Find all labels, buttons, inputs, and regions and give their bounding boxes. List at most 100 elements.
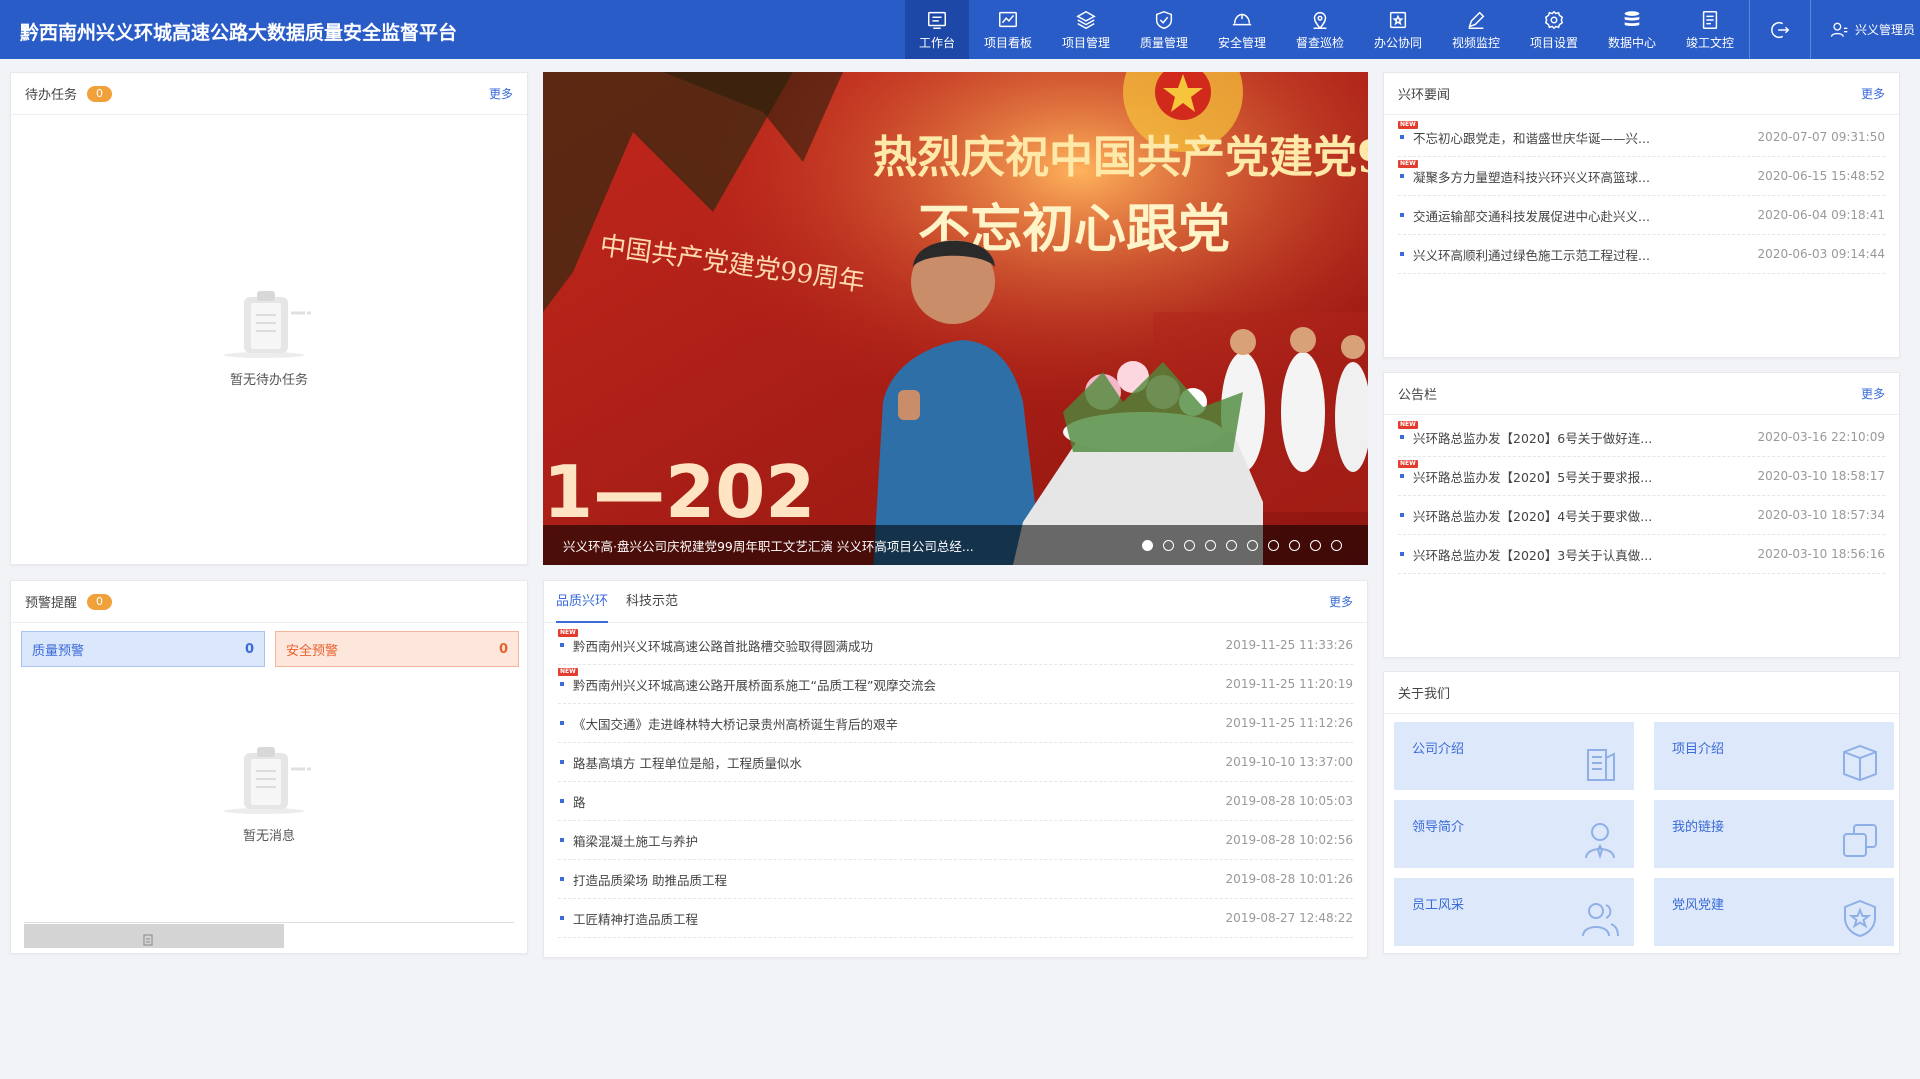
carousel-dot[interactable]	[1268, 540, 1279, 551]
bullet-icon	[1400, 474, 1404, 478]
nav-label: 项目看板	[983, 35, 1032, 50]
carousel-dot[interactable]	[1310, 540, 1321, 551]
list-item[interactable]: 打造品质梁场 助推品质工程 2019-08-28 10:01:26	[558, 860, 1353, 899]
list-item[interactable]: 工匠精神打造品质工程 2019-08-27 12:48:22	[558, 899, 1353, 938]
helmet-icon	[1232, 13, 1252, 25]
box-icon	[1843, 744, 1877, 782]
new-badge: NEW	[558, 629, 578, 637]
nav-label: 办公协同	[1373, 35, 1422, 50]
todo-count-badge: 0	[87, 85, 113, 102]
list-item[interactable]: NEW 黔西南州兴义环城高速公路首批路槽交验取得圆满成功 2019-11-25 11…	[558, 626, 1353, 665]
about-tile-project[interactable]: 项目介绍	[1654, 722, 1894, 790]
edit-icon	[1468, 11, 1485, 29]
badge-star-icon	[1844, 899, 1876, 938]
list-item[interactable]: NEW 不忘初心跟党走，和谐盛世庆华诞——兴... 2020-07-07 09:31…	[1398, 118, 1885, 157]
item-time: 2020-03-16 22:10:09	[1757, 430, 1885, 444]
horizontal-scrollbar[interactable]	[24, 924, 284, 948]
quality-warning-box[interactable]: 质量预警 0	[21, 631, 265, 667]
notice-header: 公告栏 更多	[1384, 373, 1899, 415]
headline-more-link[interactable]: 更多	[1861, 85, 1885, 102]
nav-item-workbench[interactable]: 工作台	[905, 0, 969, 59]
bullet-icon	[560, 877, 564, 881]
nav-item-quality[interactable]: 质量管理	[1125, 0, 1203, 59]
todo-header: 待办任务 0 更多	[11, 73, 527, 115]
item-time: 2020-06-04 09:18:41	[1757, 208, 1885, 222]
about-header: 关于我们	[1384, 672, 1899, 714]
news-carousel[interactable]: 热烈庆祝中国共产党建党99周年 不忘初心跟党 中国共产党建党99周年 1—202…	[543, 72, 1368, 565]
list-item[interactable]: 兴环路总监办发【2020】3号关于认真做... 2020-03-10 18:56:…	[1398, 535, 1885, 574]
about-tile-leaders[interactable]: 领导简介	[1394, 800, 1634, 868]
item-time: 2019-11-25 11:12:26	[1225, 716, 1353, 730]
safety-warning-box[interactable]: 安全预警 0	[275, 631, 519, 667]
new-badge: NEW	[1398, 121, 1418, 129]
bullet-icon	[1400, 252, 1404, 256]
bullet-icon	[1400, 135, 1404, 139]
notice-more-link[interactable]: 更多	[1861, 385, 1885, 402]
carousel-dot[interactable]	[1142, 540, 1153, 551]
nav-item-settings[interactable]: 项目设置	[1515, 0, 1593, 59]
list-item[interactable]: NEW 兴环路总监办发【2020】5号关于要求报... 2020-03-10 18:…	[1398, 457, 1885, 496]
about-title: 关于我们	[1398, 687, 1451, 702]
quality-warning-count: 0	[244, 641, 254, 657]
carousel-image: 热烈庆祝中国共产党建党99周年 不忘初心跟党 中国共产党建党99周年 1—202	[543, 72, 1368, 565]
warning-empty-state: 暂无消息	[11, 741, 527, 844]
nav-item-office[interactable]: 办公协同	[1359, 0, 1437, 59]
carousel-dot[interactable]	[1226, 540, 1237, 551]
news-more-link[interactable]: 更多	[1329, 593, 1353, 610]
link-icon	[1843, 824, 1877, 857]
list-item[interactable]: NEW 凝聚多方力量塑造科技兴环兴义环高篮球... 2020-06-15 15:48…	[1398, 157, 1885, 196]
list-item[interactable]: 箱梁混凝土施工与养护 2019-08-28 10:02:56	[558, 821, 1353, 860]
headline-header: 兴环要闻 更多	[1384, 73, 1899, 115]
user-name: 兴义管理员	[1855, 23, 1916, 37]
notice-title: 公告栏	[1398, 388, 1438, 403]
user-icon	[1830, 22, 1848, 37]
layers-icon	[1076, 10, 1096, 29]
about-tile-staff[interactable]: 员工风采	[1394, 878, 1634, 946]
list-item[interactable]: 路 2019-08-28 10:05:03	[558, 782, 1353, 821]
bullet-icon	[1400, 174, 1404, 178]
item-title: 路	[573, 794, 586, 810]
user-menu[interactable]: 兴义管理员	[1811, 0, 1920, 59]
nav-item-project-mgmt[interactable]: 项目管理	[1047, 0, 1125, 59]
bullet-icon	[1400, 435, 1404, 439]
new-badge: NEW	[558, 668, 578, 676]
tab-tech-demo[interactable]: 科技示范	[626, 581, 678, 623]
list-item[interactable]: 《大国交通》走进峰林特大桥记录贵州高桥诞生背后的艰辛 2019-11-25 11:…	[558, 704, 1353, 743]
nav-item-project-board[interactable]: 项目看板	[969, 0, 1047, 59]
about-tile-links[interactable]: 我的链接	[1654, 800, 1894, 868]
todo-panel: 待办任务 0 更多 暂无待办任务	[10, 72, 528, 565]
list-item[interactable]: 交通运输部交通科技发展促进中心赴兴义... 2020-06-04 09:18:41	[1398, 196, 1885, 235]
tab-quality[interactable]: 品质兴环	[556, 581, 609, 623]
logout-button[interactable]	[1750, 0, 1810, 59]
headline-list: NEW 不忘初心跟党走，和谐盛世庆华诞——兴... 2020-07-07 09:31…	[1384, 115, 1899, 274]
nav-item-safety[interactable]: 安全管理	[1203, 0, 1281, 59]
nav-item-data-center[interactable]: 数据中心	[1593, 0, 1671, 59]
list-item[interactable]: NEW 兴环路总监办发【2020】6号关于做好连... 2020-03-16 22:…	[1398, 418, 1885, 457]
warning-panel: 预警提醒 0 质量预警 0 安全预警 0 暂无消息	[10, 580, 528, 954]
nav-item-completion-docs[interactable]: 竣工文控	[1671, 0, 1749, 59]
carousel-dot[interactable]	[1247, 540, 1258, 551]
carousel-dot[interactable]	[1205, 540, 1216, 551]
carousel-dot[interactable]	[1289, 540, 1300, 551]
carousel-dot[interactable]	[1163, 540, 1174, 551]
new-badge: NEW	[1398, 160, 1418, 168]
tile-label: 员工风采	[1412, 898, 1465, 913]
nav-item-video[interactable]: 视频监控	[1437, 0, 1515, 59]
new-badge: NEW	[1398, 460, 1418, 468]
list-item[interactable]: 兴义环高顺利通过绿色施工示范工程过程... 2020-06-03 09:14:44	[1398, 235, 1885, 274]
list-item[interactable]: 路基高填方 工程单位是船，工程质量似水 2019-10-10 13:37:00	[558, 743, 1353, 782]
about-tile-party[interactable]: 党风党建	[1654, 878, 1894, 946]
carousel-dot[interactable]	[1331, 540, 1342, 551]
item-title: 黔西南州兴义环城高速公路开展桥面系施工“品质工程”观摩交流会	[573, 677, 936, 693]
warning-header: 预警提醒 0	[11, 581, 527, 623]
about-tile-company[interactable]: 公司介绍	[1394, 722, 1634, 790]
bullet-icon	[560, 682, 564, 686]
nav-label: 竣工文控	[1685, 35, 1734, 50]
item-title: 打造品质梁场 助推品质工程	[573, 872, 727, 888]
list-item[interactable]: NEW 黔西南州兴义环城高速公路开展桥面系施工“品质工程”观摩交流会 2019-11…	[558, 665, 1353, 704]
bullet-icon	[1400, 552, 1404, 556]
nav-item-inspection[interactable]: 督查巡检	[1281, 0, 1359, 59]
list-item[interactable]: 兴环路总监办发【2020】4号关于要求做... 2020-03-10 18:57:…	[1398, 496, 1885, 535]
todo-more-link[interactable]: 更多	[489, 85, 513, 102]
carousel-dot[interactable]	[1184, 540, 1195, 551]
